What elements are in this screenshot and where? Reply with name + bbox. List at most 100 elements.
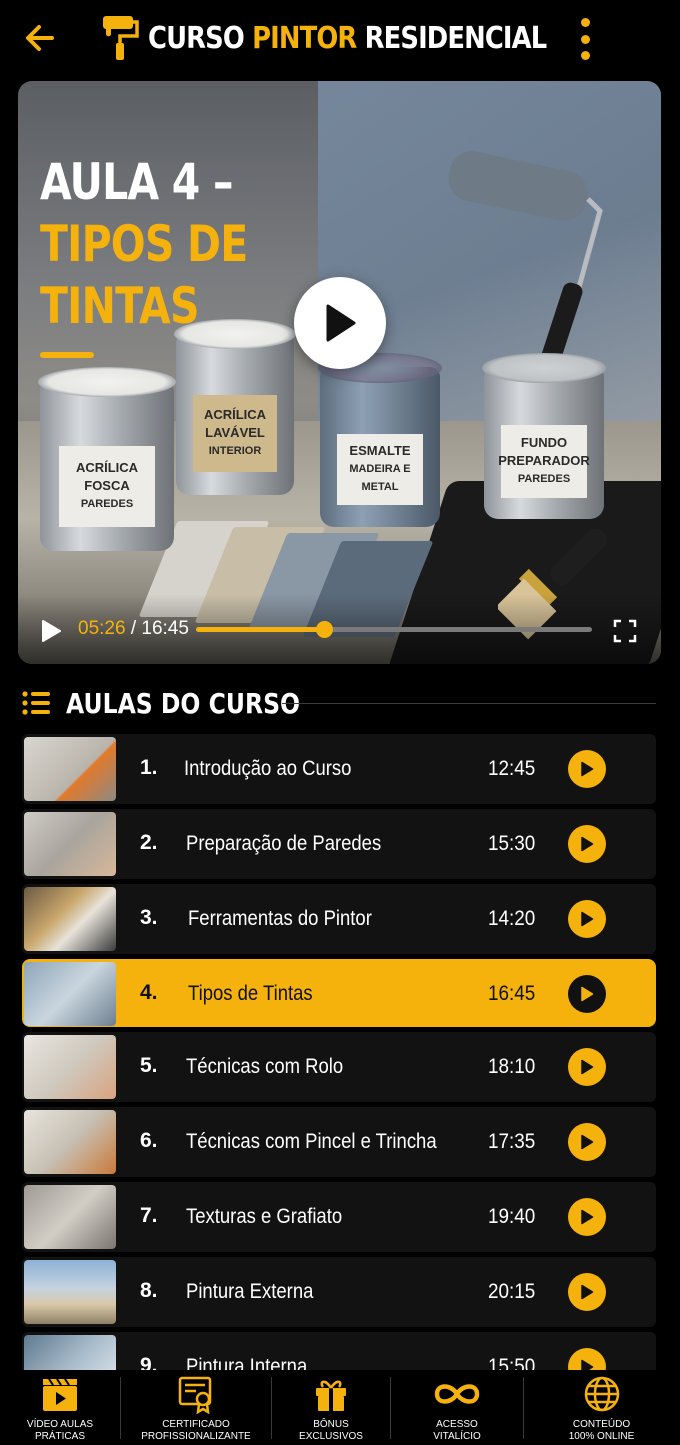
title-part1: CURSO (148, 20, 245, 56)
lessons-section-header: AULAS DO CURSO (22, 685, 656, 721)
progress-bar[interactable] (196, 621, 592, 638)
gift-icon (316, 1380, 346, 1411)
play-icon (581, 986, 594, 1002)
lesson-name: Técnicas com Pincel e Trincha (186, 1130, 437, 1153)
nav-conteudo[interactable]: CONTEÚDO 100% ONLINE (524, 1370, 679, 1445)
app-header: CURSO PINTOR RESIDENCIAL (0, 0, 680, 80)
lesson-thumbnail (24, 1260, 116, 1324)
nav-label-line: VÍDEO AULAS (26, 1419, 94, 1430)
can-label-line: LAVÁVEL (205, 425, 265, 441)
paint-can: FUNDO PREPARADOR PAREDES (482, 353, 606, 519)
lesson-name: Pintura Externa (186, 1280, 314, 1303)
lesson-thumbnail (24, 887, 116, 951)
paint-roller-icon (103, 16, 139, 60)
can-label-line: MADEIRA E METAL (349, 463, 411, 494)
play-icon (326, 304, 356, 342)
lesson-play-button[interactable] (568, 825, 606, 863)
total-time: 16:45 (141, 618, 189, 639)
lesson-play-button[interactable] (568, 1048, 606, 1086)
lesson-duration: 20:15 (488, 1280, 536, 1303)
lesson-duration: 17:35 (488, 1130, 536, 1153)
nav-label-line: EXCLUSIVOS (299, 1431, 363, 1442)
video-time: 05:26 / 16:45 (78, 618, 189, 640)
paint-can: ESMALTE MADEIRA E METAL (318, 353, 442, 527)
lesson-number: 4. (140, 981, 158, 1004)
fullscreen-icon[interactable] (613, 619, 637, 643)
lesson-name: Ferramentas do Pintor (188, 907, 372, 930)
title-accent: PINTOR (252, 20, 357, 56)
lesson-row[interactable]: 1. Introdução ao Curso 12:45 (22, 734, 656, 804)
globe-icon (584, 1376, 619, 1412)
nav-label-line: BÔNUS (313, 1419, 349, 1430)
lesson-number: 1. (140, 756, 158, 779)
lesson-row[interactable]: 8. Pintura Externa 20:15 (22, 1257, 656, 1327)
video-lesson-title: AULA 4 – TIPOS DE TINTAS (40, 151, 248, 337)
lesson-number: 5. (140, 1054, 158, 1077)
lesson-duration: 19:40 (488, 1205, 536, 1228)
time-separator: / (130, 618, 137, 639)
lesson-play-button[interactable] (568, 1123, 606, 1161)
current-time: 05:26 (78, 618, 126, 639)
can-label-line: FOSCA (84, 478, 130, 494)
nav-label-line: PRÁTICAS (34, 1431, 85, 1442)
lesson-duration: 12:45 (488, 757, 536, 780)
nav-bonus[interactable]: BÔNUS EXCLUSIVOS (272, 1370, 390, 1445)
certificate-icon (178, 1376, 212, 1414)
lesson-duration: 15:30 (488, 832, 536, 855)
nav-video-aulas[interactable]: VÍDEO AULAS PRÁTICAS (0, 1370, 120, 1445)
lesson-row[interactable]: 3. Ferramentas do Pintor 14:20 (22, 884, 656, 954)
lesson-play-button[interactable] (568, 1273, 606, 1311)
app-title: CURSO PINTOR RESIDENCIAL (148, 20, 547, 56)
arrow-left-icon[interactable] (22, 20, 58, 56)
nav-acesso[interactable]: ACESSO VITALÍCIO (391, 1370, 523, 1445)
lesson-play-button[interactable] (568, 900, 606, 938)
lesson-thumbnail (24, 737, 116, 801)
lesson-number: 8. (140, 1279, 158, 1302)
kebab-menu-icon[interactable] (574, 18, 596, 60)
title-underline (40, 352, 94, 358)
video-player[interactable]: ACRÍLICA FOSCA PAREDES ACRÍLICA LAVÁVEL … (18, 81, 661, 664)
lesson-number: 6. (140, 1129, 158, 1152)
play-button[interactable] (294, 277, 386, 369)
lesson-row[interactable]: 5. Técnicas com Rolo 18:10 (22, 1032, 656, 1102)
can-label-line: PAREDES (80, 498, 134, 511)
lesson-row[interactable]: 6. Técnicas com Pincel e Trincha 17:35 (22, 1107, 656, 1177)
nav-label-line: VITALÍCIO (433, 1431, 481, 1442)
lesson-name: Texturas e Grafiato (186, 1205, 343, 1228)
lesson-name: Técnicas com Rolo (186, 1055, 344, 1078)
lesson-duration: 14:20 (488, 907, 536, 930)
lesson-play-button[interactable] (568, 1198, 606, 1236)
video-clapper-icon (43, 1378, 77, 1411)
lesson-name: Preparação de Paredes (186, 832, 382, 855)
play-icon (581, 1284, 594, 1300)
lesson-row[interactable]: 2. Preparação de Paredes 15:30 (22, 809, 656, 879)
app-brand: CURSO PINTOR RESIDENCIAL (100, 14, 611, 62)
lesson-list: 1. Introdução ao Curso 12:45 2. Preparação d… (22, 734, 656, 1445)
play-icon (581, 1059, 594, 1075)
lesson-play-button[interactable] (568, 750, 606, 788)
lesson-number: 7. (140, 1204, 158, 1227)
lesson-thumbnail (24, 1185, 116, 1249)
lesson-name: Tipos de Tintas (188, 982, 313, 1005)
lesson-play-button[interactable] (568, 975, 606, 1013)
lesson-row[interactable]: 7. Texturas e Grafiato 19:40 (22, 1182, 656, 1252)
lesson-name: Introdução ao Curso (184, 757, 352, 780)
can-label-line: ACRÍLICA (203, 407, 267, 423)
progress-fill (196, 627, 325, 632)
control-play-icon[interactable] (40, 619, 62, 643)
can-label-line: INTERIOR (208, 445, 262, 458)
section-title: AULAS DO CURSO (66, 686, 301, 720)
nav-certificado[interactable]: CERTIFICADO PROFISSIONALIZANTE (121, 1370, 271, 1445)
can-label-line: FUNDO (520, 435, 568, 451)
nav-label-line: ACESSO (436, 1419, 478, 1430)
infinity-icon (434, 1384, 480, 1404)
list-icon (22, 691, 50, 715)
can-label-line: PREPARADOR (498, 453, 590, 469)
lesson-thumbnail (24, 812, 116, 876)
lesson-duration: 16:45 (488, 982, 536, 1005)
lesson-row[interactable]: 4. Tipos de Tintas 16:45 (22, 959, 656, 1027)
lesson-thumbnail (24, 1110, 116, 1174)
play-icon (581, 1134, 594, 1150)
video-title-line3: TINTAS (40, 277, 199, 335)
play-icon (581, 836, 594, 852)
